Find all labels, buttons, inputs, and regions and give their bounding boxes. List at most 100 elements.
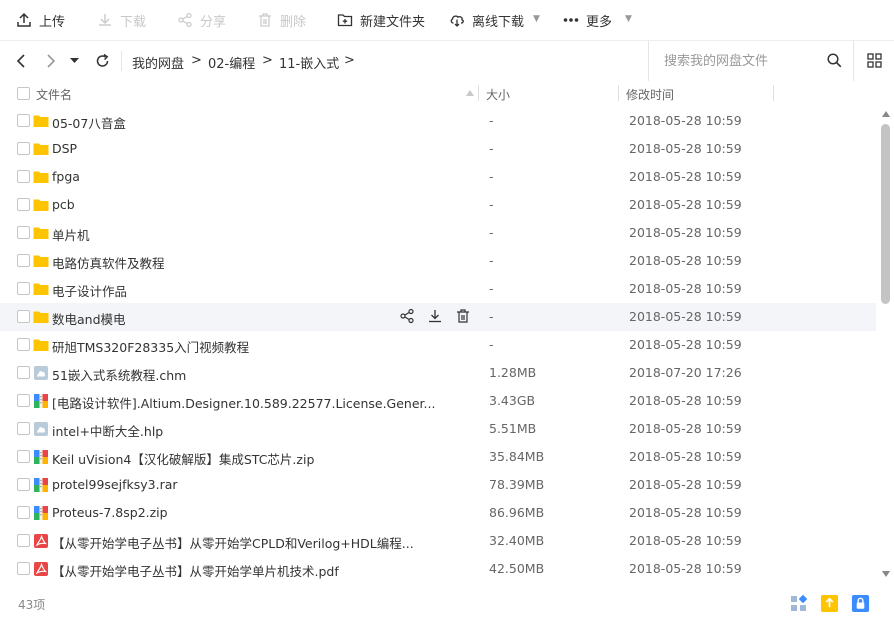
file-name[interactable]: 单片机 bbox=[52, 225, 90, 244]
file-row[interactable]: 电子设计作品 - 2018-05-28 10:59 bbox=[0, 275, 876, 303]
row-checkbox[interactable] bbox=[17, 450, 30, 463]
row-checkbox[interactable] bbox=[17, 226, 30, 239]
row-checkbox[interactable] bbox=[17, 366, 30, 379]
file-name[interactable]: DSP bbox=[52, 141, 77, 156]
file-row[interactable]: 【从零开始学电子丛书】从零开始学单片机技术.pdf 42.50MB 2018-05-… bbox=[0, 555, 876, 583]
back-arrow-icon[interactable] bbox=[15, 53, 27, 69]
file-size: - bbox=[489, 141, 494, 156]
file-name[interactable]: 研旭TMS320F28335入门视频教程 bbox=[52, 337, 249, 356]
file-name[interactable]: Proteus-7.8sp2.zip bbox=[52, 505, 168, 520]
folder-icon bbox=[33, 339, 49, 351]
file-name[interactable]: 【从零开始学电子丛书】从零开始学CPLD和Verilog+HDL编程... bbox=[52, 533, 414, 552]
more-button[interactable]: 更多 bbox=[563, 0, 612, 40]
row-checkbox[interactable] bbox=[17, 170, 30, 183]
file-row[interactable]: 研旭TMS320F28335入门视频教程 - 2018-05-28 10:59 bbox=[0, 331, 876, 359]
download-icon[interactable] bbox=[427, 308, 455, 326]
breadcrumb-programming[interactable]: 02-编程 bbox=[208, 53, 255, 72]
scroll-down-arrow-icon[interactable] bbox=[882, 571, 890, 577]
file-name[interactable]: Keil uVision4【汉化破解版】集成STC芯片.zip bbox=[52, 449, 314, 468]
row-checkbox[interactable] bbox=[17, 282, 30, 295]
column-modified-header[interactable]: 修改时间 bbox=[626, 86, 674, 103]
column-size-header[interactable]: 大小 bbox=[486, 86, 510, 103]
column-name-header[interactable]: 文件名 bbox=[36, 86, 72, 103]
file-row[interactable]: DSP - 2018-05-28 10:59 bbox=[0, 135, 876, 163]
row-checkbox[interactable] bbox=[17, 478, 30, 491]
file-row[interactable]: 05-07八音盒 - 2018-05-28 10:59 bbox=[0, 107, 876, 135]
file-row[interactable]: pcb - 2018-05-28 10:59 bbox=[0, 191, 876, 219]
view-toggle-button[interactable] bbox=[853, 41, 894, 81]
file-row[interactable]: 单片机 - 2018-05-28 10:59 bbox=[0, 219, 876, 247]
file-name[interactable]: pcb bbox=[52, 197, 75, 212]
file-name[interactable]: [电路设计软件].Altium.Designer.10.589.22577.Li… bbox=[52, 393, 435, 412]
file-name[interactable]: intel+中断大全.hlp bbox=[52, 421, 163, 440]
file-row[interactable]: [电路设计软件].Altium.Designer.10.589.22577.Li… bbox=[0, 387, 876, 415]
row-checkbox[interactable] bbox=[17, 254, 30, 267]
file-name[interactable]: protel99sejfksy3.rar bbox=[52, 477, 178, 492]
file-row[interactable]: 电路仿真软件及教程 - 2018-05-28 10:59 bbox=[0, 247, 876, 275]
row-checkbox[interactable] bbox=[17, 310, 30, 323]
file-name[interactable]: 数电and模电 bbox=[52, 309, 126, 328]
select-all-checkbox[interactable] bbox=[17, 87, 30, 100]
trash-icon bbox=[259, 13, 271, 27]
history-dropdown-icon[interactable] bbox=[70, 58, 79, 64]
file-row[interactable]: 数电and模电 - 2018-05-28 10:59 bbox=[0, 303, 876, 331]
trash-icon[interactable] bbox=[455, 308, 483, 326]
file-row[interactable]: Proteus-7.8sp2.zip 86.96MB 2018-05-28 10:5… bbox=[0, 499, 876, 527]
offline-download-button[interactable]: 离线下载 bbox=[449, 0, 524, 40]
sort-asc-icon[interactable] bbox=[466, 90, 474, 96]
offline-download-caret-icon[interactable]: ▼ bbox=[533, 14, 540, 24]
column-divider[interactable] bbox=[478, 85, 479, 101]
apps-icon[interactable] bbox=[789, 594, 808, 613]
share-button[interactable]: 分享 bbox=[177, 0, 226, 40]
scroll-thumb[interactable] bbox=[881, 124, 890, 304]
refresh-icon[interactable] bbox=[95, 53, 110, 69]
file-row[interactable]: 【从零开始学电子丛书】从零开始学CPLD和Verilog+HDL编程... 32.… bbox=[0, 527, 876, 555]
file-row[interactable]: intel+中断大全.hlp 5.51MB 2018-05-28 10:59 bbox=[0, 415, 876, 443]
file-name[interactable]: 05-07八音盒 bbox=[52, 113, 126, 132]
column-divider[interactable] bbox=[773, 85, 774, 101]
forward-arrow-icon[interactable] bbox=[45, 53, 57, 69]
file-row[interactable]: fpga - 2018-05-28 10:59 bbox=[0, 163, 876, 191]
lock-icon[interactable] bbox=[851, 594, 870, 613]
row-checkbox[interactable] bbox=[17, 114, 30, 127]
file-modified-time: 2018-05-28 10:59 bbox=[629, 561, 742, 576]
row-checkbox[interactable] bbox=[17, 422, 30, 435]
breadcrumb-embedded[interactable]: 11-嵌入式 bbox=[279, 53, 339, 72]
file-name[interactable]: 【从零开始学电子丛书】从零开始学单片机技术.pdf bbox=[52, 561, 339, 580]
row-checkbox[interactable] bbox=[17, 534, 30, 547]
file-size: 3.43GB bbox=[489, 393, 536, 408]
column-divider[interactable] bbox=[618, 85, 619, 101]
file-name[interactable]: 电子设计作品 bbox=[52, 281, 127, 300]
row-checkbox[interactable] bbox=[17, 562, 30, 575]
upload-manager-icon[interactable] bbox=[820, 594, 839, 613]
more-dots-icon bbox=[563, 18, 579, 22]
row-checkbox[interactable] bbox=[17, 506, 30, 519]
file-row[interactable]: 51嵌入式系统教程.chm 1.28MB 2018-07-20 17:26 bbox=[0, 359, 876, 387]
row-checkbox[interactable] bbox=[17, 198, 30, 211]
more-caret-icon[interactable]: ▼ bbox=[625, 14, 632, 24]
upload-button[interactable]: 上传 bbox=[16, 0, 65, 40]
file-size: 32.40MB bbox=[489, 533, 545, 548]
delete-button[interactable]: 删除 bbox=[257, 0, 306, 40]
file-name[interactable]: fpga bbox=[52, 169, 80, 184]
pdf-icon bbox=[34, 562, 48, 576]
file-name[interactable]: 电路仿真软件及教程 bbox=[52, 253, 165, 272]
search-icon[interactable] bbox=[827, 53, 842, 68]
search-input[interactable] bbox=[662, 51, 822, 71]
file-row[interactable]: protel99sejfksy3.rar 78.39MB 2018-05-28 10… bbox=[0, 471, 876, 499]
new-folder-button[interactable]: 新建文件夹 bbox=[337, 0, 425, 40]
file-modified-time: 2018-05-28 10:59 bbox=[629, 421, 742, 436]
scrollbar[interactable] bbox=[878, 107, 894, 585]
file-name[interactable]: 51嵌入式系统教程.chm bbox=[52, 365, 186, 384]
share-icon[interactable] bbox=[399, 308, 427, 326]
file-row[interactable]: Keil uVision4【汉化破解版】集成STC芯片.zip 35.84MB 20… bbox=[0, 443, 876, 471]
folder-icon bbox=[33, 255, 49, 267]
file-modified-time: 2018-05-28 10:59 bbox=[629, 337, 742, 352]
download-button[interactable]: 下载 bbox=[97, 0, 146, 40]
row-checkbox[interactable] bbox=[17, 338, 30, 351]
scroll-up-arrow-icon[interactable] bbox=[882, 111, 890, 117]
row-checkbox[interactable] bbox=[17, 394, 30, 407]
row-checkbox[interactable] bbox=[17, 142, 30, 155]
breadcrumb-root[interactable]: 我的网盘 bbox=[132, 53, 184, 72]
download-label: 下载 bbox=[120, 14, 147, 30]
